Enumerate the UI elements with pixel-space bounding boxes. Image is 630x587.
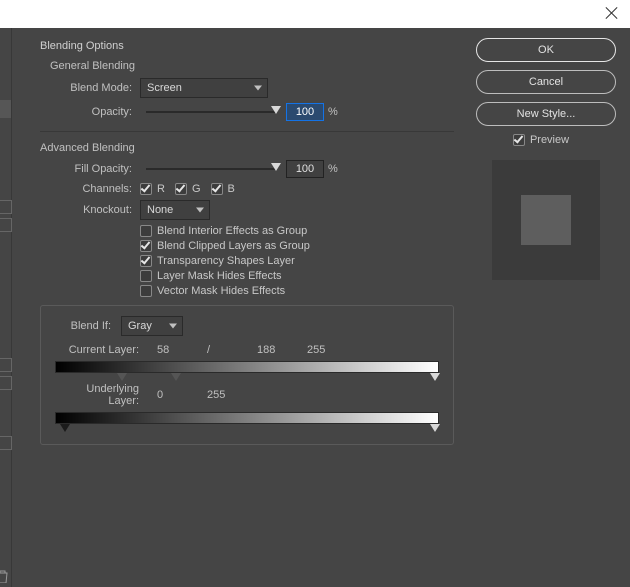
cancel-button[interactable]: Cancel xyxy=(476,70,616,94)
gradient-stop-icon[interactable] xyxy=(117,373,127,381)
knockout-label: Knockout: xyxy=(40,204,132,216)
advanced-blending-title: Advanced Blending xyxy=(40,142,454,154)
gradient-stop-icon[interactable] xyxy=(60,424,70,432)
checkbox-icon xyxy=(140,225,152,237)
blend-if-dropdown[interactable]: Gray xyxy=(121,316,183,336)
slider-thumb-icon[interactable] xyxy=(271,106,281,114)
trash-icon[interactable] xyxy=(0,570,8,583)
blend-mode-dropdown[interactable]: Screen xyxy=(140,78,268,98)
percent-label: % xyxy=(328,106,338,118)
divider xyxy=(40,131,454,132)
selected-style-tab[interactable] xyxy=(0,100,11,118)
channel-r-checkbox[interactable]: R xyxy=(140,183,165,195)
opacity-label: Opacity: xyxy=(40,106,132,118)
gradient-stop-icon[interactable] xyxy=(430,373,440,381)
opacity-slider[interactable] xyxy=(146,111,276,113)
blend-clipped-checkbox[interactable]: Blend Clipped Layers as Group xyxy=(140,240,310,252)
underlying-layer-values: 0 255 xyxy=(157,389,231,401)
checkbox-icon xyxy=(140,270,152,282)
fx-add-stub[interactable] xyxy=(0,358,12,372)
gradient-stop-icon[interactable] xyxy=(171,373,181,381)
close-icon[interactable] xyxy=(604,6,618,20)
slider-thumb-icon[interactable] xyxy=(271,163,281,171)
advanced-checkbox-list: Blend Interior Effects as Group Blend Cl… xyxy=(140,225,454,297)
blend-mode-label: Blend Mode: xyxy=(40,82,132,94)
checkbox-icon xyxy=(140,240,152,252)
channel-b-checkbox[interactable]: B xyxy=(211,183,235,195)
blend-mode-value: Screen xyxy=(147,82,182,94)
fx-add-stub[interactable] xyxy=(0,200,12,214)
fill-opacity-slider[interactable] xyxy=(146,168,276,170)
client-area: Blending Options General Blending Blend … xyxy=(0,28,630,587)
layer-style-dialog: Blending Options General Blending Blend … xyxy=(0,0,630,587)
current-layer-label: Current Layer: xyxy=(55,344,139,356)
fx-add-stub[interactable] xyxy=(0,436,12,450)
chevron-down-icon xyxy=(254,86,262,91)
blend-if-group: Blend If: Gray Current Layer: 58 / 188 2… xyxy=(40,305,454,445)
general-blending-title: General Blending xyxy=(50,60,454,72)
percent-label: % xyxy=(328,163,338,175)
current-layer-gradient[interactable] xyxy=(55,361,439,373)
blend-interior-checkbox[interactable]: Blend Interior Effects as Group xyxy=(140,225,307,237)
gradient-stop-icon[interactable] xyxy=(430,424,440,432)
right-panel: OK Cancel New Style... Preview xyxy=(468,28,630,587)
underlying-layer-gradient[interactable] xyxy=(55,412,439,424)
blending-options-title: Blending Options xyxy=(40,40,454,52)
checkbox-icon xyxy=(140,255,152,267)
ok-button[interactable]: OK xyxy=(476,38,616,62)
checkbox-icon xyxy=(211,183,223,195)
preview-swatch xyxy=(492,160,600,280)
fx-add-stub[interactable] xyxy=(0,376,12,390)
preview-checkbox[interactable]: Preview xyxy=(513,134,569,146)
checkbox-icon xyxy=(513,134,525,146)
channel-g-checkbox[interactable]: G xyxy=(175,183,201,195)
styles-left-strip xyxy=(0,28,12,587)
channels-label: Channels: xyxy=(40,183,132,195)
new-style-button[interactable]: New Style... xyxy=(476,102,616,126)
vector-mask-hides-checkbox[interactable]: Vector Mask Hides Effects xyxy=(140,285,285,297)
blend-if-value: Gray xyxy=(128,320,152,332)
chevron-down-icon xyxy=(196,208,204,213)
fill-opacity-input[interactable]: 100 xyxy=(286,160,324,178)
checkbox-icon xyxy=(140,285,152,297)
current-layer-values: 58 / 188 255 xyxy=(157,344,331,356)
titlebar xyxy=(0,0,630,28)
main-panel: Blending Options General Blending Blend … xyxy=(12,28,468,587)
preview-inner xyxy=(521,195,571,245)
chevron-down-icon xyxy=(169,324,177,329)
fx-add-stub[interactable] xyxy=(0,218,12,232)
underlying-layer-label: Underlying Layer: xyxy=(55,383,139,407)
blend-if-label: Blend If: xyxy=(55,320,111,332)
transparency-shapes-checkbox[interactable]: Transparency Shapes Layer xyxy=(140,255,295,267)
checkbox-icon xyxy=(175,183,187,195)
checkbox-icon xyxy=(140,183,152,195)
fill-opacity-label: Fill Opacity: xyxy=(40,163,132,175)
layer-mask-hides-checkbox[interactable]: Layer Mask Hides Effects xyxy=(140,270,282,282)
opacity-input[interactable]: 100 xyxy=(286,103,324,121)
knockout-value: None xyxy=(147,204,173,216)
knockout-dropdown[interactable]: None xyxy=(140,200,210,220)
